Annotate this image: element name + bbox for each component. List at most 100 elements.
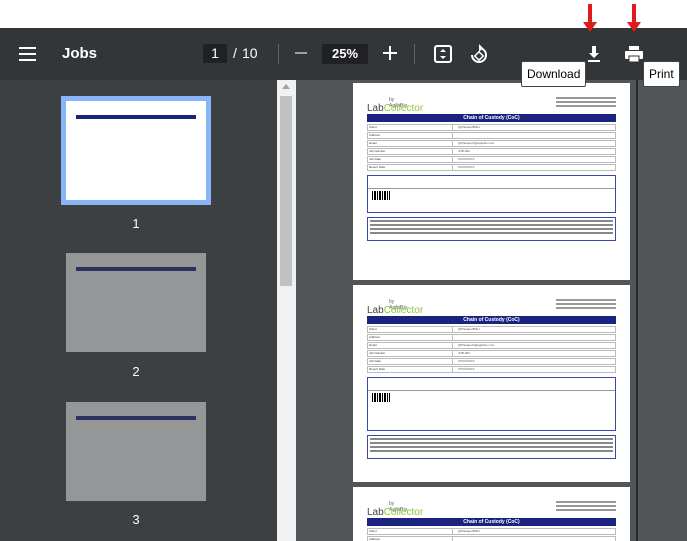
thumbnail-label: 2: [132, 364, 140, 379]
field-label: Job Date: [369, 157, 382, 161]
field-value: @PlasqueJBSH: [458, 529, 480, 533]
thumbnail-page-3[interactable]: [66, 402, 206, 501]
barcode: [372, 191, 390, 200]
barcode: [372, 393, 390, 402]
field-row: Client @PlasqueJBSH: [367, 124, 616, 131]
zoom-in-button[interactable]: [381, 42, 399, 64]
thumbnail-label: 1: [132, 216, 140, 231]
field-value: XXXX/2XXX: [458, 359, 475, 363]
document-page: by AgileBio LabCollector Chain of Custod…: [353, 285, 630, 482]
notes-block: [367, 217, 616, 241]
download-button[interactable]: [584, 44, 604, 64]
scrollbar-thumb[interactable]: [280, 96, 292, 286]
samples-header: [368, 378, 615, 391]
fit-to-page-icon: [434, 45, 452, 63]
current-page-input[interactable]: 1: [203, 44, 227, 63]
logo-text-a: Lab: [367, 305, 384, 316]
field-label: Email: [369, 343, 377, 347]
red-arrow-download: [583, 4, 597, 32]
menu-icon[interactable]: [18, 44, 38, 64]
scroll-up-arrow-icon[interactable]: [282, 84, 290, 89]
download-tooltip: Download: [521, 61, 587, 87]
field-label: Address: [369, 335, 381, 339]
address-block: [556, 501, 616, 513]
logo-text: LabCollector: [367, 305, 423, 316]
document-title: Jobs: [62, 45, 98, 62]
viewer-scrollbar-edge: [636, 80, 638, 541]
logo-text-b: Collector: [383, 507, 424, 518]
thumbnail-page-2[interactable]: [66, 253, 206, 352]
document-viewer: by AgileBio LabCollector Chain of Custod…: [296, 80, 687, 541]
field-label: Address: [369, 133, 381, 137]
sidebar-scrollbar[interactable]: [277, 80, 296, 541]
field-row: Report Date XXXX/2XXX: [367, 164, 616, 171]
field-label: Client: [369, 529, 377, 533]
field-label: Client: [369, 327, 377, 331]
plus-icon: [383, 46, 397, 60]
field-row: Client @PlasqueJBSH: [367, 528, 616, 535]
red-arrow-print: [627, 4, 641, 32]
field-label: Client: [369, 125, 377, 129]
notes-block: [367, 435, 616, 459]
field-value: JOB-000: [458, 351, 470, 355]
logo-text-a: Lab: [367, 507, 384, 518]
field-row: Address: [367, 334, 616, 341]
thumbnail-heading: [76, 267, 196, 271]
print-button[interactable]: [623, 44, 645, 64]
samples-header: [368, 176, 615, 189]
field-value: @PlasqueJBSH: [458, 125, 480, 129]
field-label: Email: [369, 141, 377, 145]
logo-text: LabCollector: [367, 103, 423, 114]
samples-table: [367, 175, 616, 213]
field-row: Address: [367, 536, 616, 541]
document-page: by AgileBio LabCollector Chain of Custod…: [353, 83, 630, 280]
field-row: Job Date XXXX/2XXX: [367, 156, 616, 163]
coc-heading: Chain of Custody (CoC): [367, 518, 616, 526]
field-row: Job Date XXXX/2XXX: [367, 358, 616, 365]
rotate-icon: [471, 44, 487, 63]
samples-table: [367, 377, 616, 431]
print-tooltip: Print: [643, 61, 680, 87]
toolbar-divider: [278, 44, 279, 64]
thumbnail-heading: [76, 416, 196, 420]
logo-text-b: Collector: [383, 103, 424, 114]
field-label: Job Date: [369, 359, 382, 363]
field-label: Job Number: [369, 149, 386, 153]
field-label: Job Number: [369, 351, 386, 355]
page-separator: /: [233, 45, 237, 61]
field-row: Email @Plasquefn@agilebio.com: [367, 342, 616, 349]
rotate-button[interactable]: [469, 43, 489, 65]
field-value: XXXX/2XXX: [458, 157, 475, 161]
field-value: XXXX/2XXX: [458, 367, 475, 371]
logo-text: LabCollector: [367, 507, 423, 518]
zoom-out-button[interactable]: [292, 42, 310, 64]
fit-to-page-button[interactable]: [434, 45, 452, 63]
field-value: @PlasqueJBSH: [458, 327, 480, 331]
total-pages: 10: [242, 45, 258, 61]
thumbnail-heading: [76, 115, 196, 119]
field-row: Email @Plasquefn@agilebio.com: [367, 140, 616, 147]
toolbar-divider: [414, 44, 415, 64]
print-icon: [625, 46, 643, 63]
field-row: Address: [367, 132, 616, 139]
logo-text-b: Collector: [383, 305, 424, 316]
field-label: Address: [369, 537, 381, 541]
field-value: XXXX/2XXX: [458, 165, 475, 169]
field-value: @Plasquefn@agilebio.com: [458, 343, 495, 347]
field-row: Report Date XXXX/2XXX: [367, 366, 616, 373]
field-row: Job Number JOB-000: [367, 350, 616, 357]
field-value: @Plasquefn@agilebio.com: [458, 141, 495, 145]
coc-heading: Chain of Custody (CoC): [367, 316, 616, 324]
address-block: [556, 299, 616, 311]
coc-heading: Chain of Custody (CoC): [367, 114, 616, 122]
field-row: Client @PlasqueJBSH: [367, 326, 616, 333]
thumbnail-page-1[interactable]: [66, 101, 206, 200]
field-value: JOB-000: [458, 149, 470, 153]
field-label: Report Date: [369, 165, 386, 169]
zoom-level[interactable]: 25%: [322, 44, 368, 64]
logo-text-a: Lab: [367, 103, 384, 114]
thumbnail-sidebar: 1 2 3: [0, 80, 277, 541]
field-label: Report Date: [369, 367, 386, 371]
minus-icon: [295, 52, 307, 54]
field-row: Job Number JOB-000: [367, 148, 616, 155]
